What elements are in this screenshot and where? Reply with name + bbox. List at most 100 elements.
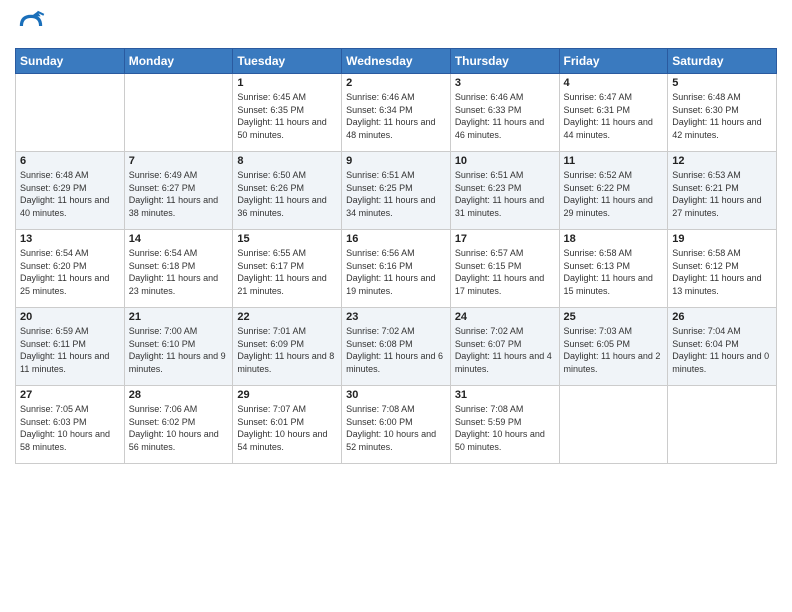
week-row-1: 1 Sunrise: 6:45 AM Sunset: 6:35 PM Daylig… [16,74,777,152]
calendar-cell: 18 Sunrise: 6:58 AM Sunset: 6:13 PM Dayli… [559,230,668,308]
day-header-thursday: Thursday [450,49,559,74]
calendar-cell [668,386,777,464]
calendar-cell: 13 Sunrise: 6:54 AM Sunset: 6:20 PM Dayli… [16,230,125,308]
calendar-cell: 21 Sunrise: 7:00 AM Sunset: 6:10 PM Dayli… [124,308,233,386]
day-info: Sunrise: 6:51 AM Sunset: 6:23 PM Dayligh… [455,169,555,219]
page: SundayMondayTuesdayWednesdayThursdayFrid… [0,0,792,612]
day-number: 18 [564,233,664,245]
day-number: 24 [455,311,555,323]
day-info: Sunrise: 7:03 AM Sunset: 6:05 PM Dayligh… [564,325,664,375]
calendar-cell: 11 Sunrise: 6:52 AM Sunset: 6:22 PM Dayli… [559,152,668,230]
day-info: Sunrise: 6:46 AM Sunset: 6:34 PM Dayligh… [346,91,446,141]
calendar-cell: 19 Sunrise: 6:58 AM Sunset: 6:12 PM Dayli… [668,230,777,308]
day-number: 6 [20,155,120,167]
day-info: Sunrise: 6:51 AM Sunset: 6:25 PM Dayligh… [346,169,446,219]
calendar-cell: 30 Sunrise: 7:08 AM Sunset: 6:00 PM Dayli… [342,386,451,464]
day-number: 21 [129,311,229,323]
day-info: Sunrise: 6:49 AM Sunset: 6:27 PM Dayligh… [129,169,229,219]
day-number: 22 [237,311,337,323]
day-info: Sunrise: 6:52 AM Sunset: 6:22 PM Dayligh… [564,169,664,219]
day-number: 17 [455,233,555,245]
day-number: 28 [129,389,229,401]
day-info: Sunrise: 6:58 AM Sunset: 6:12 PM Dayligh… [672,247,772,297]
calendar-cell: 8 Sunrise: 6:50 AM Sunset: 6:26 PM Daylig… [233,152,342,230]
day-number: 27 [20,389,120,401]
calendar-cell: 25 Sunrise: 7:03 AM Sunset: 6:05 PM Dayli… [559,308,668,386]
day-number: 1 [237,77,337,89]
day-info: Sunrise: 7:04 AM Sunset: 6:04 PM Dayligh… [672,325,772,375]
calendar-cell: 17 Sunrise: 6:57 AM Sunset: 6:15 PM Dayli… [450,230,559,308]
day-info: Sunrise: 6:48 AM Sunset: 6:30 PM Dayligh… [672,91,772,141]
calendar-cell: 3 Sunrise: 6:46 AM Sunset: 6:33 PM Daylig… [450,74,559,152]
day-header-saturday: Saturday [668,49,777,74]
header [15,10,777,42]
calendar-cell: 7 Sunrise: 6:49 AM Sunset: 6:27 PM Daylig… [124,152,233,230]
calendar-cell [16,74,125,152]
day-number: 9 [346,155,446,167]
day-number: 30 [346,389,446,401]
logo [15,10,51,42]
calendar-table: SundayMondayTuesdayWednesdayThursdayFrid… [15,48,777,464]
day-headers-row: SundayMondayTuesdayWednesdayThursdayFrid… [16,49,777,74]
calendar-cell: 24Sunrise: 7:02 AM Sunset: 6:07 PM Dayli… [450,308,559,386]
day-number: 4 [564,77,664,89]
day-info: Sunrise: 7:08 AM Sunset: 6:00 PM Dayligh… [346,403,446,453]
day-info: Sunrise: 7:06 AM Sunset: 6:02 PM Dayligh… [129,403,229,453]
day-number: 19 [672,233,772,245]
day-header-sunday: Sunday [16,49,125,74]
day-header-monday: Monday [124,49,233,74]
day-number: 8 [237,155,337,167]
calendar-cell: 4Sunrise: 6:47 AM Sunset: 6:31 PM Daylig… [559,74,668,152]
calendar-cell: 28 Sunrise: 7:06 AM Sunset: 6:02 PM Dayli… [124,386,233,464]
calendar-cell: 2Sunrise: 6:46 AM Sunset: 6:34 PM Daylig… [342,74,451,152]
day-header-tuesday: Tuesday [233,49,342,74]
day-number: 16 [346,233,446,245]
day-info: Sunrise: 6:48 AM Sunset: 6:29 PM Dayligh… [20,169,120,219]
day-info: Sunrise: 7:02 AM Sunset: 6:08 PM Dayligh… [346,325,446,375]
day-info: Sunrise: 6:45 AM Sunset: 6:35 PM Dayligh… [237,91,337,141]
day-number: 26 [672,311,772,323]
calendar-cell: 12Sunrise: 6:53 AM Sunset: 6:21 PM Dayli… [668,152,777,230]
day-info: Sunrise: 6:54 AM Sunset: 6:20 PM Dayligh… [20,247,120,297]
day-info: Sunrise: 6:56 AM Sunset: 6:16 PM Dayligh… [346,247,446,297]
day-number: 25 [564,311,664,323]
day-info: Sunrise: 6:55 AM Sunset: 6:17 PM Dayligh… [237,247,337,297]
calendar-cell: 9 Sunrise: 6:51 AM Sunset: 6:25 PM Daylig… [342,152,451,230]
calendar-cell: 23Sunrise: 7:02 AM Sunset: 6:08 PM Dayli… [342,308,451,386]
week-row-3: 13 Sunrise: 6:54 AM Sunset: 6:20 PM Dayli… [16,230,777,308]
calendar-cell: 5 Sunrise: 6:48 AM Sunset: 6:30 PM Daylig… [668,74,777,152]
day-info: Sunrise: 7:05 AM Sunset: 6:03 PM Dayligh… [20,403,120,453]
day-number: 3 [455,77,555,89]
day-info: Sunrise: 7:08 AM Sunset: 5:59 PM Dayligh… [455,403,555,453]
day-info: Sunrise: 7:00 AM Sunset: 6:10 PM Dayligh… [129,325,229,375]
day-number: 31 [455,389,555,401]
day-info: Sunrise: 7:01 AM Sunset: 6:09 PM Dayligh… [237,325,337,375]
calendar-cell [124,74,233,152]
day-info: Sunrise: 6:50 AM Sunset: 6:26 PM Dayligh… [237,169,337,219]
day-info: Sunrise: 6:57 AM Sunset: 6:15 PM Dayligh… [455,247,555,297]
calendar-cell [559,386,668,464]
calendar-cell: 22 Sunrise: 7:01 AM Sunset: 6:09 PM Dayli… [233,308,342,386]
calendar-cell: 16 Sunrise: 6:56 AM Sunset: 6:16 PM Dayli… [342,230,451,308]
day-info: Sunrise: 6:46 AM Sunset: 6:33 PM Dayligh… [455,91,555,141]
calendar-cell: 10Sunrise: 6:51 AM Sunset: 6:23 PM Dayli… [450,152,559,230]
day-info: Sunrise: 6:59 AM Sunset: 6:11 PM Dayligh… [20,325,120,375]
day-number: 29 [237,389,337,401]
week-row-4: 20 Sunrise: 6:59 AM Sunset: 6:11 PM Dayli… [16,308,777,386]
day-number: 7 [129,155,229,167]
calendar-cell: 27 Sunrise: 7:05 AM Sunset: 6:03 PM Dayli… [16,386,125,464]
calendar-cell: 31 Sunrise: 7:08 AM Sunset: 5:59 PM Dayli… [450,386,559,464]
day-header-friday: Friday [559,49,668,74]
day-number: 12 [672,155,772,167]
day-header-wednesday: Wednesday [342,49,451,74]
day-number: 11 [564,155,664,167]
week-row-2: 6 Sunrise: 6:48 AM Sunset: 6:29 PM Daylig… [16,152,777,230]
day-number: 20 [20,311,120,323]
day-number: 13 [20,233,120,245]
logo-icon [15,10,47,42]
day-number: 5 [672,77,772,89]
calendar-cell: 29Sunrise: 7:07 AM Sunset: 6:01 PM Dayli… [233,386,342,464]
calendar-cell: 26 Sunrise: 7:04 AM Sunset: 6:04 PM Dayli… [668,308,777,386]
calendar-cell: 14Sunrise: 6:54 AM Sunset: 6:18 PM Dayli… [124,230,233,308]
day-info: Sunrise: 6:58 AM Sunset: 6:13 PM Dayligh… [564,247,664,297]
